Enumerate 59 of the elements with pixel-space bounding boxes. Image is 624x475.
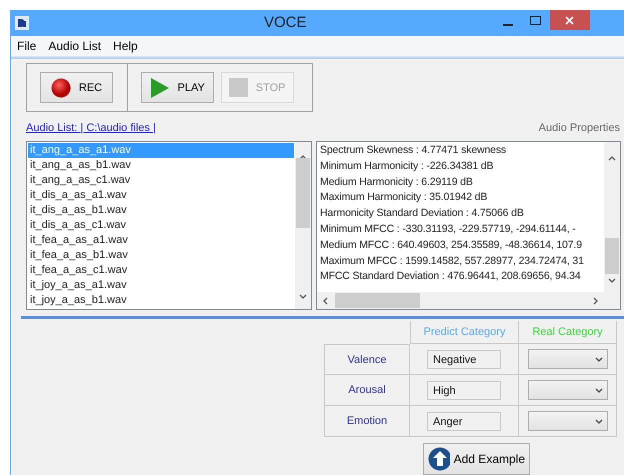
audio-file-item[interactable]: it_dis_a_as_c1.wav — [28, 218, 294, 233]
scroll-up-icon[interactable] — [608, 156, 616, 161]
audio-file-item[interactable]: it_dis_a_as_b1.wav — [28, 203, 294, 218]
property-line: Spectrum Skewness : 4.77471 skewness — [320, 143, 508, 158]
row-label: Valence — [348, 354, 386, 366]
column-header: Predict Category — [424, 326, 506, 338]
audio-properties-label: Audio Properties — [538, 122, 620, 134]
scrollbar-thumb[interactable] — [296, 158, 310, 228]
scroll-right-icon[interactable] — [593, 297, 598, 305]
row-label: Emotion — [346, 415, 388, 427]
predicted-field[interactable]: High — [427, 380, 501, 400]
menu-item[interactable]: File — [17, 39, 36, 53]
record-button[interactable]: REC — [40, 72, 113, 103]
scrollbar-thumb[interactable] — [605, 238, 619, 274]
property-line: Minimum MFCC : -330.31193, -229.57719, -294.61144, - — [320, 222, 577, 237]
play-button[interactable]: PLAY — [140, 72, 214, 103]
property-line: Maximum MFCC : 1599.14582, 557.28977, 234.72474, 31 — [320, 254, 585, 269]
scrollbar-thumb[interactable] — [335, 293, 420, 308]
property-line: Medium Harmonicity : 6.29119 dB — [320, 174, 474, 190]
audio-file-item[interactable]: it_joy_a_as_b1.wav — [28, 293, 294, 308]
scroll-down-icon[interactable] — [299, 294, 307, 299]
window-title: VOCE — [264, 13, 307, 33]
audio-list-path-link[interactable]: Audio List: | C:\audio files | — [26, 122, 156, 134]
audio-file-item[interactable]: it_ang_a_as_b1.wav — [28, 158, 294, 173]
predicted-field[interactable]: Anger — [427, 412, 501, 430]
dropdown-caret-icon — [594, 388, 602, 392]
column-header: Real Category — [532, 326, 603, 338]
audio-file-item[interactable]: it_fea_a_as_b1.wav — [28, 248, 294, 263]
property-line: MFCC Standard Deviation : 476.96441, 208.69656, 94.34 — [320, 269, 582, 284]
minimize-icon — [502, 24, 513, 26]
app-logo-icon — [15, 16, 29, 30]
play-icon — [150, 76, 170, 98]
add-example-button[interactable]: Add Example — [423, 443, 530, 475]
close-button[interactable] — [550, 10, 590, 30]
property-line: Maximum Harmonicity : 35.01942 dB — [320, 190, 488, 206]
vertical-scrollbar[interactable] — [604, 142, 620, 292]
record-icon — [50, 78, 71, 98]
menu-item[interactable]: Help — [113, 39, 138, 53]
dropdown-caret-icon — [594, 356, 602, 362]
audio-file-item[interactable]: it_dis_a_as_a1.wav — [28, 188, 294, 203]
property-line: Minimum Harmonicity : -226.34381 dB — [320, 158, 494, 174]
property-line: Harmonicity Standard Deviation : 4.75066 dB — [320, 206, 525, 222]
stop-icon — [228, 78, 248, 97]
maximize-icon — [530, 16, 542, 24]
vertical-scrollbar[interactable] — [295, 142, 311, 309]
audio-file-item[interactable]: it_ang_a_as_c1.wav — [28, 173, 294, 188]
dropdown-caret-icon — [594, 418, 602, 424]
audio-file-item[interactable]: it_fea_a_as_c1.wav — [28, 263, 294, 278]
audio-file-item[interactable]: it_fea_a_as_a1.wav — [28, 233, 294, 248]
property-line: Medium MFCC : 640.49603, 254.35589, -48.36614, 107.9 — [320, 238, 583, 253]
row-label: Arousal — [348, 384, 386, 396]
audio-file-item[interactable]: it_joy_a_as_a1.wav — [28, 278, 294, 293]
scroll-down-icon[interactable] — [608, 278, 616, 283]
close-icon — [565, 16, 574, 24]
predicted-field[interactable]: Negative — [427, 350, 501, 368]
menu-item[interactable]: Audio List — [48, 39, 102, 53]
horizontal-scrollbar[interactable] — [317, 292, 604, 309]
scroll-left-icon[interactable] — [323, 297, 328, 305]
upload-arrow-icon — [428, 447, 450, 471]
